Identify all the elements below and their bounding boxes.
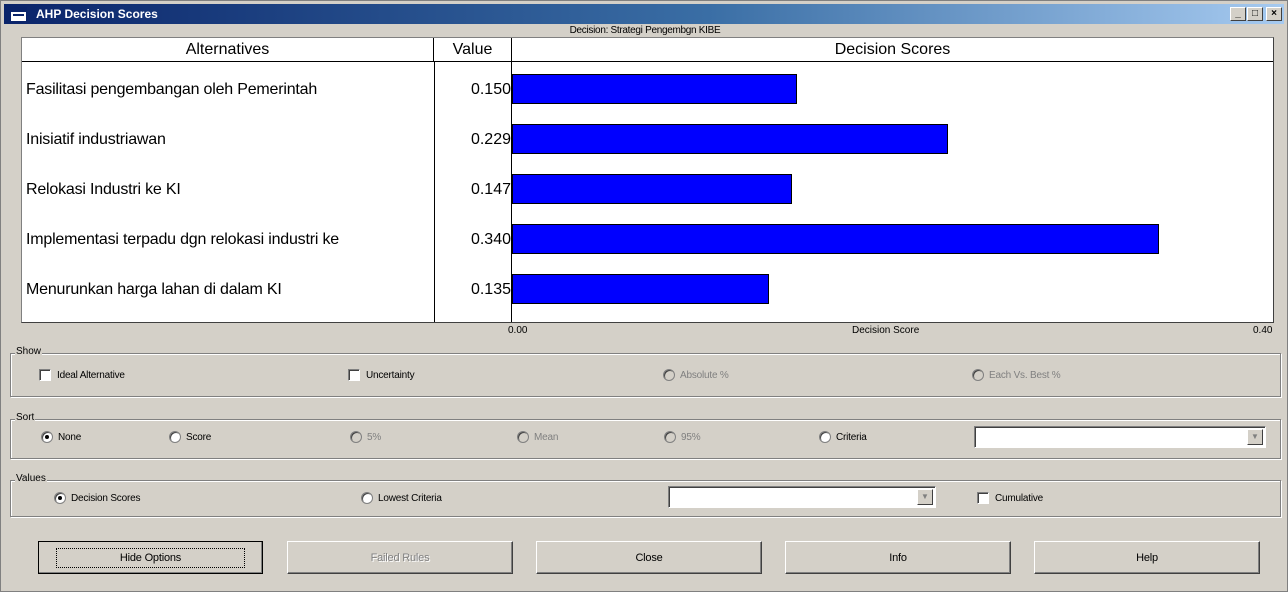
sort-none-radio[interactable]: None bbox=[41, 431, 81, 443]
title-bar[interactable]: AHP Decision Scores _ □ × bbox=[4, 4, 1284, 24]
score-bar bbox=[512, 124, 948, 154]
hide-options-label: Hide Options bbox=[55, 547, 246, 568]
decision-scores-label: Decision Scores bbox=[71, 492, 141, 504]
cumulative-label: Cumulative bbox=[995, 492, 1044, 504]
alternative-name: Inisiatif industriawan bbox=[26, 131, 166, 148]
value-header: Value bbox=[434, 38, 512, 62]
sort-criteria-label: Criteria bbox=[836, 431, 867, 443]
info-button[interactable]: Info bbox=[785, 541, 1011, 574]
ideal-alternative-checkbox[interactable]: Ideal Alternative bbox=[39, 369, 125, 381]
score-bar bbox=[512, 74, 797, 104]
checkbox-box[interactable] bbox=[39, 369, 51, 381]
radio-circle[interactable] bbox=[517, 431, 529, 443]
sort-group: Sort None Score 5% Mean 95% Criteria ▼ bbox=[10, 412, 1281, 459]
lowest-criteria-label: Lowest Criteria bbox=[378, 492, 442, 504]
failed-rules-button[interactable]: Failed Rules bbox=[287, 541, 513, 574]
absolute-percent-radio[interactable]: Absolute % bbox=[663, 369, 729, 381]
uncertainty-checkbox[interactable]: Uncertainty bbox=[348, 369, 415, 381]
alternative-value: 0.229 bbox=[470, 131, 511, 148]
alternative-name: Menurunkan harga lahan di dalam KI bbox=[26, 281, 282, 298]
app-icon bbox=[10, 7, 27, 23]
decision-scores-header: Decision Scores bbox=[512, 38, 1273, 62]
table-row: Inisiatif industriawan 0.229 bbox=[22, 116, 1273, 164]
decision-scores-table: Alternatives Value Decision Scores Fasil… bbox=[21, 37, 1274, 323]
radio-circle[interactable] bbox=[664, 431, 676, 443]
radio-circle[interactable] bbox=[350, 431, 362, 443]
failed-rules-label: Failed Rules bbox=[370, 551, 430, 564]
sort-criteria-dropdown[interactable]: ▼ bbox=[974, 426, 1266, 448]
alternative-value: 0.340 bbox=[470, 231, 511, 248]
score-bar bbox=[512, 174, 792, 204]
sort-5pct-label: 5% bbox=[367, 431, 382, 443]
close-window-button[interactable]: × bbox=[1266, 7, 1282, 21]
alternative-name: Fasilitasi pengembangan oleh Pemerintah bbox=[26, 81, 318, 98]
table-row: Implementasi terpadu dgn relokasi indust… bbox=[22, 216, 1273, 264]
chevron-down-icon[interactable]: ▼ bbox=[917, 489, 933, 505]
radio-circle[interactable] bbox=[972, 369, 984, 381]
alternative-value: 0.150 bbox=[470, 81, 511, 98]
checkbox-box[interactable] bbox=[977, 492, 989, 504]
axis-min-label: 0.00 bbox=[508, 325, 528, 336]
sort-5pct-radio[interactable]: 5% bbox=[350, 431, 381, 443]
values-criteria-dropdown[interactable]: ▼ bbox=[668, 486, 936, 508]
maximize-button[interactable]: □ bbox=[1247, 7, 1263, 21]
show-group: Show Ideal Alternative Uncertainty Absol… bbox=[10, 346, 1281, 397]
decision-scores-radio[interactable]: Decision Scores bbox=[54, 492, 140, 504]
close-button[interactable]: Close bbox=[536, 541, 762, 574]
close-label: Close bbox=[635, 551, 663, 564]
sort-mean-radio[interactable]: Mean bbox=[517, 431, 558, 443]
radio-circle[interactable] bbox=[663, 369, 675, 381]
sort-group-title: Sort bbox=[15, 412, 36, 423]
chevron-down-icon[interactable]: ▼ bbox=[1247, 429, 1263, 445]
ideal-alternative-label: Ideal Alternative bbox=[57, 369, 125, 381]
alternative-name: Relokasi Industri ke KI bbox=[26, 181, 181, 198]
alternative-value: 0.147 bbox=[470, 181, 511, 198]
axis-title: Decision Score bbox=[852, 325, 920, 336]
lowest-criteria-radio[interactable]: Lowest Criteria bbox=[361, 492, 442, 504]
absolute-percent-label: Absolute % bbox=[680, 369, 729, 381]
values-group-title: Values bbox=[15, 473, 47, 484]
show-group-title: Show bbox=[15, 346, 43, 357]
alternative-value: 0.135 bbox=[470, 281, 511, 298]
score-bar bbox=[512, 274, 769, 304]
sort-score-label: Score bbox=[186, 431, 212, 443]
decision-label: Decision: Strategi Pengembgn KIBE bbox=[569, 25, 721, 36]
sort-mean-label: Mean bbox=[534, 431, 559, 443]
radio-circle[interactable] bbox=[169, 431, 181, 443]
axis-max-label: 0.40 bbox=[1253, 325, 1273, 336]
sort-95pct-label: 95% bbox=[681, 431, 701, 443]
help-label: Help bbox=[1136, 551, 1158, 564]
alternative-name: Implementasi terpadu dgn relokasi indust… bbox=[26, 231, 339, 248]
help-button[interactable]: Help bbox=[1034, 541, 1260, 574]
score-bar bbox=[512, 224, 1159, 254]
radio-circle[interactable] bbox=[54, 492, 66, 504]
ahp-decision-scores-window: AHP Decision Scores _ □ × Decision: Stra… bbox=[0, 0, 1288, 592]
sort-score-radio[interactable]: Score bbox=[169, 431, 211, 443]
info-label: Info bbox=[889, 551, 907, 564]
hide-options-button[interactable]: Hide Options bbox=[38, 541, 263, 574]
minimize-button[interactable]: _ bbox=[1230, 7, 1246, 21]
each-vs-best-label: Each Vs. Best % bbox=[989, 369, 1061, 381]
values-group: Values Decision Scores Lowest Criteria ▼… bbox=[10, 473, 1281, 517]
each-vs-best-radio[interactable]: Each Vs. Best % bbox=[972, 369, 1061, 381]
table-row: Fasilitasi pengembangan oleh Pemerintah … bbox=[22, 66, 1273, 114]
window-title: AHP Decision Scores bbox=[36, 7, 158, 21]
sort-95pct-radio[interactable]: 95% bbox=[664, 431, 701, 443]
sort-none-label: None bbox=[58, 431, 82, 443]
radio-circle[interactable] bbox=[819, 431, 831, 443]
table-row: Relokasi Industri ke KI 0.147 bbox=[22, 166, 1273, 214]
radio-circle[interactable] bbox=[41, 431, 53, 443]
table-row: Menurunkan harga lahan di dalam KI 0.135 bbox=[22, 266, 1273, 314]
uncertainty-label: Uncertainty bbox=[366, 369, 415, 381]
checkbox-box[interactable] bbox=[348, 369, 360, 381]
alternatives-header: Alternatives bbox=[22, 38, 434, 62]
cumulative-checkbox[interactable]: Cumulative bbox=[977, 492, 1043, 504]
sort-criteria-radio[interactable]: Criteria bbox=[819, 431, 867, 443]
radio-circle[interactable] bbox=[361, 492, 373, 504]
